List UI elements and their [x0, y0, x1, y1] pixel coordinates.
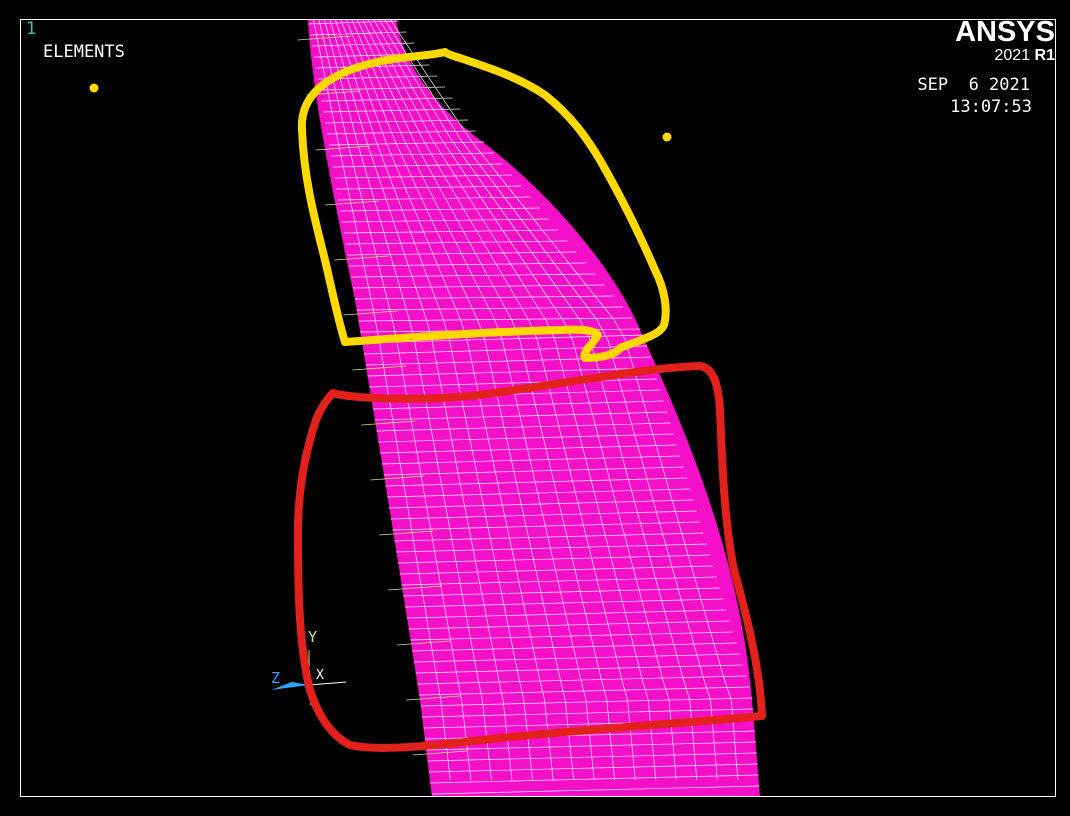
- graphics-viewport[interactable]: 1 ELEMENTS ANSYS 2021 R1 SEP 6 2021 13:0…: [0, 0, 1070, 816]
- red-highlight-outline: [293, 362, 766, 752]
- yellow-highlight-outline: [297, 48, 670, 362]
- markup-layer: [89, 48, 766, 752]
- yellow-dot-left: [89, 83, 99, 93]
- yellow-dot-right: [662, 132, 672, 142]
